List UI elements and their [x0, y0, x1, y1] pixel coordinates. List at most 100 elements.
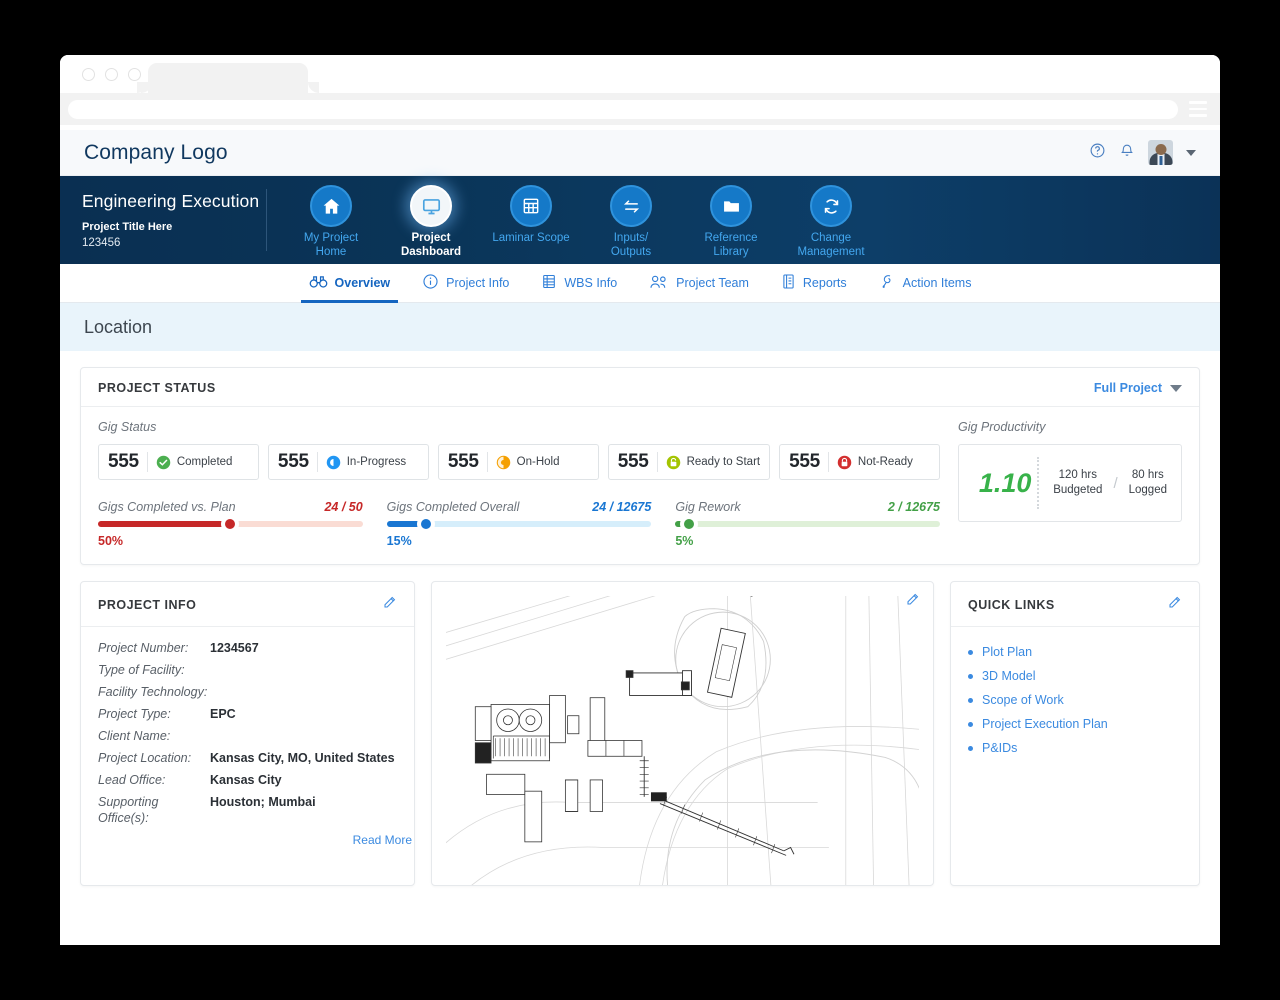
close-window-dot[interactable] [82, 68, 95, 81]
chip-divider [656, 452, 658, 472]
status-chip-ready-to-start[interactable]: 555 Ready to Start [607, 444, 771, 480]
tab-overview[interactable]: Overview [293, 264, 407, 303]
tab-wbs-info[interactable]: WBS Info [525, 264, 633, 303]
info-row: Lead Office: Kansas City [98, 769, 397, 791]
scope-selector[interactable]: Full Project [1094, 381, 1182, 395]
tab-label: Action Items [902, 276, 972, 290]
progress-knob[interactable] [679, 515, 698, 533]
tab-reports[interactable]: Reports [765, 264, 863, 303]
nav-item-project-dashboard[interactable]: Project Dashboard [381, 185, 481, 259]
list-item[interactable]: Scope of Work [968, 688, 1182, 712]
productivity-value: 1.10 [978, 467, 1032, 498]
info-key: Project Location: [98, 751, 192, 765]
progress-knob[interactable] [417, 515, 436, 533]
quick-link[interactable]: Scope of Work [982, 693, 1064, 707]
nav-label-line2: Home [315, 245, 347, 258]
chip-label: Ready to Start [686, 456, 761, 468]
progress-track[interactable] [98, 515, 363, 533]
chip-label: In-Progress [346, 456, 407, 468]
tab-label: Project Team [676, 276, 749, 290]
status-chip-completed[interactable]: 555 Completed [98, 444, 259, 480]
list-item[interactable]: Project Execution Plan [968, 712, 1182, 736]
list-item[interactable]: P&IDs [968, 736, 1182, 760]
nav-item-laminar-scope[interactable]: Laminar Scope [481, 185, 581, 246]
quick-link[interactable]: Plot Plan [982, 645, 1032, 659]
bell-icon[interactable] [1119, 142, 1135, 164]
hours-separator: / [1113, 474, 1118, 492]
refresh-cycle-icon [810, 185, 852, 227]
avatar[interactable] [1148, 140, 1173, 165]
list-item[interactable]: 3D Model [968, 664, 1182, 688]
chevron-down-icon[interactable] [1186, 149, 1196, 156]
progress-gig-rework: Gig Rework 2 / 12675 5% [675, 500, 941, 548]
quick-link[interactable]: 3D Model [982, 669, 1036, 683]
budgeted-value: 120 hrs [1058, 469, 1097, 481]
project-info-edit[interactable] [382, 595, 397, 615]
quick-links-edit[interactable] [1167, 595, 1182, 615]
tab-label: Reports [802, 276, 847, 290]
logged-value: 80 hrs [1131, 469, 1164, 481]
tab-label: Project Info [446, 276, 510, 290]
info-row: Project Location: Kansas City, MO, Unite… [98, 747, 397, 769]
hamburger-icon[interactable] [1178, 101, 1212, 117]
nav-item-inputs-outputs[interactable]: Inputs/ Outputs [581, 185, 681, 259]
browser-tab[interactable] [137, 63, 319, 93]
status-chip-in-progress[interactable]: 555 In-Progress [267, 444, 429, 480]
people-icon [649, 274, 669, 293]
tab-project-team[interactable]: Project Team [633, 264, 765, 303]
productivity-divider [1037, 457, 1040, 509]
pencil-edit-icon[interactable] [1167, 595, 1182, 615]
site-plot-plan-drawing[interactable] [446, 596, 919, 885]
info-value: 1234567 [210, 641, 259, 655]
info-value: EPC [210, 707, 236, 721]
status-chip-not-ready[interactable]: 555 Not-Ready [779, 444, 941, 480]
status-chip-on-hold[interactable]: 555 On-Hold [437, 444, 599, 480]
info-row: Type of Facility: [98, 659, 397, 681]
quick-link[interactable]: Project Execution Plan [982, 717, 1108, 731]
pencil-edit-icon[interactable] [905, 593, 920, 611]
progress-gigs-completed-vs-plan: Gigs Completed vs. Plan 24 / 50 50% [98, 500, 363, 548]
nav-label-line1: Laminar Scope [492, 232, 570, 244]
gig-productivity-label: Gig Productivity [958, 420, 1046, 434]
nav-item-reference-library[interactable]: Reference Library [681, 185, 781, 259]
info-key: Project Type: [98, 707, 171, 721]
project-number: 123456 [82, 237, 121, 249]
project-status-card: PROJECT STATUS Full Project Gig Status 5… [80, 367, 1200, 565]
nav-label-line1: My Project [303, 232, 359, 244]
nav-item-my-project-home[interactable]: My Project Home [281, 185, 381, 259]
nav-item-change-management[interactable]: Change Management [781, 185, 881, 259]
project-status-body: Gig Status 555 Completed 555 In-Progress… [81, 407, 1199, 564]
nav-label-line1: Reference [704, 232, 758, 244]
logged-hours: 80 hrs Logged [1129, 468, 1167, 498]
list-item[interactable]: Plot Plan [968, 640, 1182, 664]
gig-status-label: Gig Status [98, 420, 157, 434]
quick-link[interactable]: P&IDs [982, 741, 1017, 755]
bar-label: Gigs Completed Overall [386, 500, 520, 514]
progress-fill [98, 521, 231, 527]
plot-plan-edit[interactable] [905, 592, 920, 612]
progress-track[interactable] [386, 515, 652, 533]
minimize-window-dot[interactable] [105, 68, 118, 81]
help-circle-icon[interactable] [1089, 142, 1106, 164]
maximize-window-dot[interactable] [128, 68, 141, 81]
bar-ratio: 24 / 50 [324, 500, 363, 514]
progress-knob[interactable] [221, 515, 240, 533]
info-key: Project Number: [98, 641, 189, 655]
tab-action-items[interactable]: Action Items [863, 264, 988, 303]
pencil-edit-icon[interactable] [382, 595, 397, 615]
nav-label: My Project Home [281, 232, 381, 259]
address-bar[interactable] [68, 99, 1178, 119]
info-key: Type of Facility: [98, 663, 185, 677]
progress-track[interactable] [675, 515, 941, 533]
top-header-bar: Company Logo [60, 130, 1220, 176]
pin-icon [879, 273, 896, 293]
tab-project-info[interactable]: Project Info [406, 264, 525, 303]
info-key: Facility Technology: [98, 685, 208, 699]
chip-count: 555 [789, 451, 820, 472]
primary-navigation-bar: Engineering Execution Project Title Here… [60, 176, 1220, 264]
bullet-icon [968, 745, 973, 751]
quick-links-header: QUICK LINKS [951, 582, 1199, 627]
read-more-link[interactable]: Read More [81, 833, 414, 853]
project-identity-block: Engineering Execution Project Title Here… [80, 191, 266, 249]
gig-productivity-section: Gig Productivity 1.10 120 hrs Budgeted / [940, 420, 1182, 548]
